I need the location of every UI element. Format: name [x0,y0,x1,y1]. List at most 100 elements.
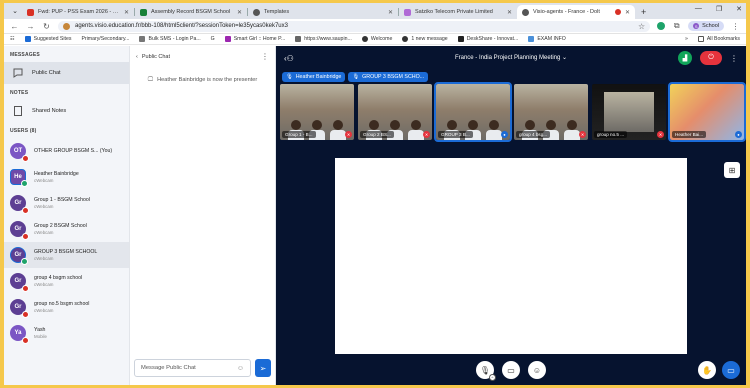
messages-section-title: MESSAGES [10,52,40,58]
browser-tab[interactable]: Fwd: PUP - PSS Exam 2026 - sud ✕ [22,5,134,19]
browser-tab[interactable]: Assembly Record BSGM School ✕ [135,5,247,19]
browser-tab[interactable]: Satziko Telecom Private Limited ✕ [399,5,517,19]
connection-status-icon[interactable]: ▟ [678,51,692,65]
avatar-initials: Gr [14,304,22,310]
user-list-item[interactable]: Gr GROUP 3 BSGM SCHOOL cWebcam [4,242,129,268]
bookmark-item[interactable]: G [211,36,215,42]
camera-button[interactable]: ▭ [502,361,520,379]
user-avatar: OT [10,143,29,162]
window-controls: — ❐ ✕ [695,5,742,13]
reload-icon[interactable]: ↻ [42,22,51,31]
bookmark-favicon [402,36,409,42]
close-tab-icon[interactable]: ✕ [124,9,129,16]
satziko-icon [404,8,411,16]
mic-muted-icon: ✕ [345,131,352,138]
bookmark-favicon [139,36,146,42]
new-tab-button[interactable]: + [635,7,652,19]
meeting-options-icon[interactable]: ⋮ [730,54,738,63]
presentation-toggle-button[interactable]: ▭ [722,361,740,379]
talking-pill-label: Heather Bainbridge [295,74,342,80]
user-list-item[interactable]: He Heather Bainbridge cWebcam [4,164,129,190]
tab-title: Visio-agents - France - Dolt [533,9,600,15]
video-tile[interactable]: group no.5 ... ✕ [592,84,666,140]
sheets-icon [140,8,147,16]
layout-grid-button[interactable]: ⊞ [724,162,740,178]
url-text[interactable]: agents.visio.education.fr/bbb-108/html5c… [75,23,633,29]
close-tab-icon[interactable]: ✕ [507,9,512,16]
message-input[interactable]: Message Public Chat ☺ [134,359,251,377]
video-tile[interactable]: Heather Bai... ● [668,82,746,142]
chat-options-icon[interactable]: ⋮ [261,52,269,61]
bookmark-item[interactable]: Smart Girl :: Home P... [224,36,286,42]
bookmarks-overflow-button[interactable]: » [685,36,688,42]
user-list-item[interactable]: Gr group no.5 bsgm school cWebcam [4,294,129,320]
shared-notes-item[interactable]: Shared Notes [4,100,129,122]
profile-button[interactable]: S School [688,21,724,31]
chat-title[interactable]: Public Chat [142,54,170,60]
recording-icon [614,9,621,15]
talking-pill[interactable]: 🎙 GROUP 3 BSGM SCHO... [348,72,429,82]
site-info-icon[interactable] [63,22,70,30]
video-tile[interactable]: GROUP 3 B... ● [434,82,512,142]
extensions-puzzle-icon[interactable]: ⧉ [672,21,681,31]
omnibox[interactable]: agents.visio.education.fr/bbb-108/html5c… [58,20,651,32]
close-tab-icon[interactable]: ✕ [237,9,242,16]
restore-icon[interactable]: ❐ [716,5,722,13]
video-people [286,104,348,140]
user-list-item[interactable]: Ya Yash Mobile [4,320,129,346]
extension-icon[interactable] [657,22,666,30]
bookmark-item[interactable]: EXAM INFO [528,36,566,42]
forward-icon[interactable]: → [26,22,35,31]
bookmark-item[interactable]: 1 new message [402,36,448,42]
apps-grid-icon[interactable]: ☷ [10,36,15,42]
bookmark-item[interactable]: Welcome [361,36,392,42]
back-icon[interactable]: ← [10,22,19,31]
user-sub: cWebcam [34,281,54,287]
user-list-item[interactable]: OT OTHER GROUP BSGM S... (You) [4,138,129,164]
minimize-icon[interactable]: — [695,5,702,13]
microphone-icon: 🎙 [286,74,293,80]
bookmark-favicon [457,36,464,42]
tab-search-icon[interactable]: ⌄ [8,5,22,17]
chevron-left-icon[interactable]: ‹ [136,54,138,60]
browser-tab-active[interactable]: Visio-agents - France - Dolt ✕ [517,5,635,19]
user-avatar: Gr [10,299,29,318]
video-caption: group no.5 ... [594,131,628,138]
bookmark-label: Suggested Sites [33,36,72,42]
close-tab-icon[interactable]: ✕ [388,9,393,16]
leave-call-button[interactable]: ⏻ [700,51,722,65]
video-tile[interactable]: Group 1 - B... ✕ [280,84,354,140]
public-chat-item[interactable]: Public Chat [4,62,129,84]
close-tab-icon[interactable]: ✕ [625,9,630,16]
bookmark-item[interactable]: Primary/Secondary... [81,36,129,42]
camera-icon: ▭ [507,365,515,375]
bookmark-item[interactable]: Suggested Sites [24,36,72,42]
emoji-icon[interactable]: ☺ [237,365,244,372]
talking-pill[interactable]: 🎙 Heather Bainbridge [282,72,346,82]
bookmark-label: Smart Girl :: Home P... [233,36,286,42]
meeting-title[interactable]: France - India Project Planning Meeting … [276,54,746,61]
close-window-icon[interactable]: ✕ [736,5,742,13]
presentation-whiteboard[interactable] [335,158,687,354]
browser-menu-icon[interactable]: ⋮ [731,22,740,31]
video-tile[interactable]: Group 2 BS... ✕ [358,84,432,140]
tab-strip: ⌄ Fwd: PUP - PSS Exam 2026 - sud ✕ Assem… [4,3,746,19]
raise-hand-button[interactable]: ✋ [698,361,716,379]
reactions-button[interactable]: ☺ [528,361,546,379]
bookmark-label: EXAM INFO [537,36,566,42]
bookmark-item[interactable]: Bulk SMS - Login Pa... [139,36,201,42]
user-list-item[interactable]: Gr Group 2 BSGM School cWebcam [4,216,129,242]
user-list-item[interactable]: Gr Group 1 - BSGM School cWebcam [4,190,129,216]
browser-tab[interactable]: Templates ✕ [248,5,398,19]
user-name: Group 1 - BSGM School [34,196,90,203]
send-button[interactable]: ➢ [255,359,271,377]
user-avatar: Gr [10,247,28,265]
user-list-item[interactable]: Gr group 4 bsgm school cWebcam [4,268,129,294]
mute-button[interactable]: 🎙 ^ [476,361,496,381]
all-bookmarks-button[interactable]: All Bookmarks [697,36,740,42]
video-tile[interactable]: group 4 bsg... ✕ [514,84,588,140]
video-caption: Heather Bai... [672,131,707,138]
bookmark-item[interactable]: DeskShare - Innovat... [457,36,518,42]
bookmark-star-icon[interactable]: ☆ [638,22,645,31]
bookmark-item[interactable]: https://www.saupin... [295,36,352,42]
